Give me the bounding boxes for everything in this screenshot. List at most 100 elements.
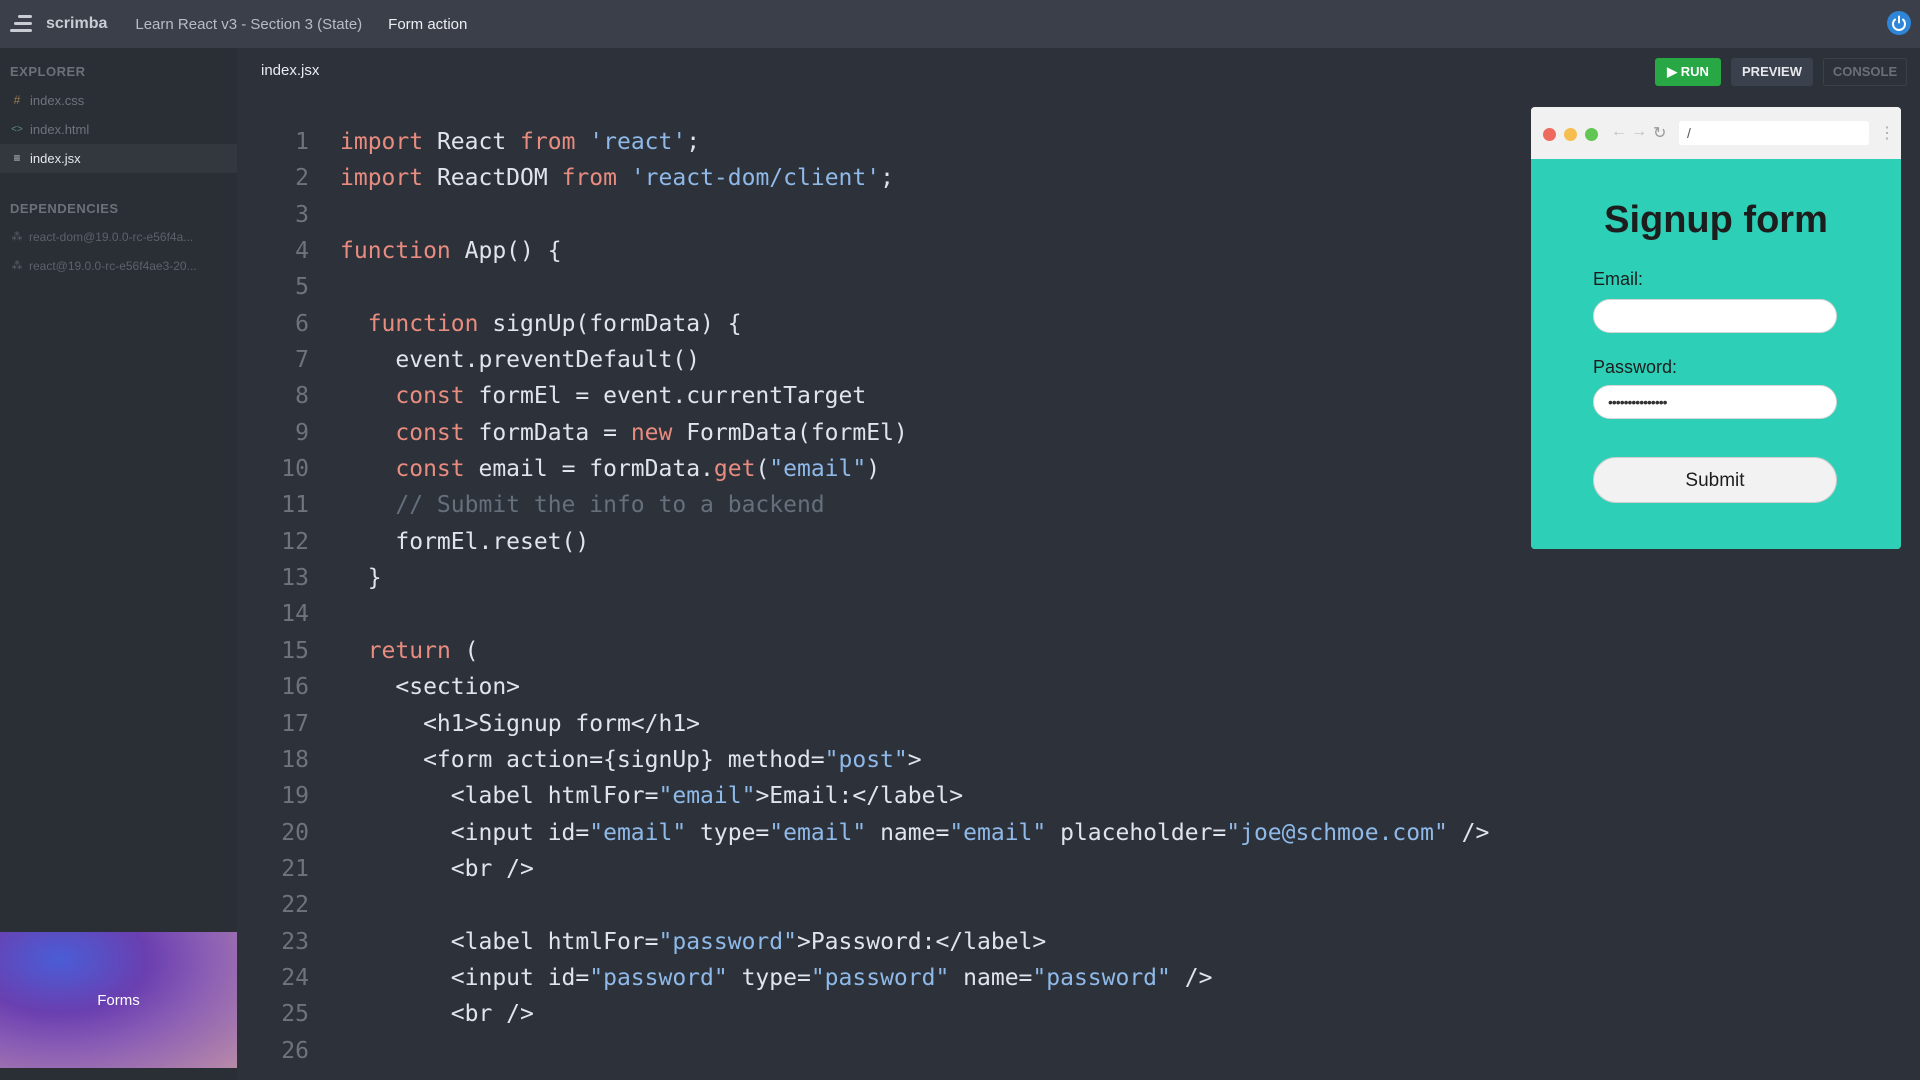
dependency-name: react@19.0.0-rc-e56f4ae3-20... [29,259,197,273]
line-number: 26 [281,1037,309,1064]
code-text: const formEl = event.currentTarget [340,378,866,414]
jsx-file-icon: ≡ [13,151,21,165]
file-item-index-html[interactable]: <> index.html [0,115,237,144]
file-tab-index-jsx[interactable]: index.jsx [261,62,319,79]
line-number: 19 [281,783,309,810]
code-token: placeholder= [1046,819,1227,846]
code-line[interactable]: 1 import React from 'react'; [237,124,1537,160]
course-breadcrumb[interactable]: Learn React v3 - Section 3 (State) [135,16,362,33]
dependency-item-react[interactable]: ⁂ react@19.0.0-rc-e56f4ae3-20... [0,252,237,281]
instructor-video-thumbnail[interactable]: Forms [0,932,237,1068]
code-token: ( [755,456,770,483]
code-token: ( [450,637,479,664]
code-line[interactable]: 23 <label htmlFor="password">Password:</… [237,924,1537,960]
code-line[interactable]: 22 [237,887,1537,923]
menu-dots-icon[interactable]: ⋮ [1879,123,1895,143]
file-name: index.html [30,122,90,137]
code-token: import [340,129,424,155]
code-line[interactable]: 21 <br /> [237,851,1537,887]
code-area[interactable]: 1 import React from 'react'; 2 import React… [237,124,1537,1069]
email-label: Email: [1593,269,1644,289]
code-line[interactable]: 4 function App() { [237,233,1537,269]
preview-button[interactable]: PREVIEW [1731,58,1813,86]
dependency-name: react-dom@19.0.0-rc-e56f4a... [29,230,194,244]
code-line[interactable]: 15 return ( [237,633,1537,669]
code-token: name= [949,964,1033,991]
submit-button[interactable]: Submit [1593,457,1837,503]
code-text: function App() { [340,233,562,269]
line-number: 8 [295,383,309,410]
code-line[interactable]: 3 [237,197,1537,233]
code-text: <label htmlFor="password">Password:</lab… [340,924,1046,960]
code-line[interactable]: 10 const email = formData.get("email") [237,451,1537,487]
power-icon[interactable] [1886,10,1912,36]
code-token: "email" [769,819,867,846]
code-line[interactable]: 20 <input id="email" type="email" name="… [237,815,1537,851]
code-line[interactable]: 11 // Submit the info to a backend [237,487,1537,523]
code-line[interactable]: 25 <br /> [237,996,1537,1032]
code-token: formEl.reset() [340,528,590,555]
scrimba-logo[interactable]: scrimba [10,13,107,35]
code-token: "password" [589,964,728,991]
code-line[interactable]: 14 [237,596,1537,632]
forward-arrow-icon[interactable]: → [1631,123,1647,141]
code-line[interactable]: 8 const formEl = event.currentTarget [237,378,1537,414]
code-token: return [367,637,451,664]
code-line[interactable]: 9 const formData = new FormData(formEl) [237,415,1537,451]
code-text: const formData = new FormData(formEl) [340,415,908,451]
code-token: /> [1447,819,1490,846]
code-line[interactable]: 17 <h1>Signup form</h1> [237,706,1537,742]
address-bar[interactable]: / [1679,121,1869,145]
code-token: formData = [464,419,631,446]
code-token: function [367,310,479,337]
line-number: 14 [281,601,309,628]
code-line[interactable]: 19 <label htmlFor="email">Email:</label> [237,778,1537,814]
line-number: 23 [281,928,309,955]
file-item-index-jsx[interactable]: ≡ index.jsx [0,144,237,173]
code-line[interactable]: 16 <section> [237,669,1537,705]
dependency-item-react-dom[interactable]: ⁂ react-dom@19.0.0-rc-e56f4a... [0,223,237,252]
code-token: import [340,165,424,192]
code-token: function [340,238,451,265]
line-number: 21 [281,855,309,882]
password-input[interactable]: ••••••••••••••• [1593,385,1837,419]
code-token: name= [866,819,950,846]
code-token: FormData(formEl) [672,419,908,446]
code-token: <input id= [340,819,590,846]
code-line[interactable]: 5 [237,269,1537,305]
code-token: "email" [949,819,1047,846]
code-line[interactable]: 24 <input id="password" type="password" … [237,960,1537,996]
code-token: >Email:</label> [755,783,964,810]
code-token: 'react' [589,129,687,155]
code-line[interactable]: 18 <form action={signUp} method="post"> [237,742,1537,778]
code-line[interactable]: 7 event.preventDefault() [237,342,1537,378]
code-text: import ReactDOM from 'react-dom/client'; [340,160,894,196]
code-line[interactable]: 26 [237,1033,1537,1069]
code-line[interactable]: 6 function signUp(formData) { [237,306,1537,342]
line-number: 15 [281,637,309,664]
code-token: <label htmlFor= [340,928,659,955]
email-input[interactable] [1593,299,1837,333]
form-title: Signup form [1604,199,1828,241]
html-file-icon: <> [11,124,23,135]
code-text: formEl.reset() [340,524,589,560]
package-icon: ⁂ [11,231,23,243]
file-name: index.jsx [30,151,81,166]
run-button[interactable]: ▶ RUN [1655,58,1721,86]
line-number: 13 [281,565,309,592]
file-item-index-css[interactable]: # index.css [0,86,237,115]
sidebar: EXPLORER # index.css <> index.html ≡ ind… [0,48,237,1080]
code-token: 'react-dom/client' [630,165,881,192]
code-text: function signUp(formData) { [340,306,742,342]
code-token: <h1>Signup form</h1> [340,710,701,737]
code-token: "password" [810,964,950,991]
console-button[interactable]: CONSOLE [1823,58,1907,86]
back-arrow-icon[interactable]: ← [1611,123,1627,141]
code-text: const email = formData.get("email") [340,451,880,487]
code-line[interactable]: 2 import ReactDOM from 'react-dom/client'… [237,160,1537,196]
code-line[interactable]: 12 formEl.reset() [237,524,1537,560]
reload-icon[interactable]: ↻ [1653,123,1666,143]
line-number: 18 [281,746,309,773]
code-line[interactable]: 13 } [237,560,1537,596]
